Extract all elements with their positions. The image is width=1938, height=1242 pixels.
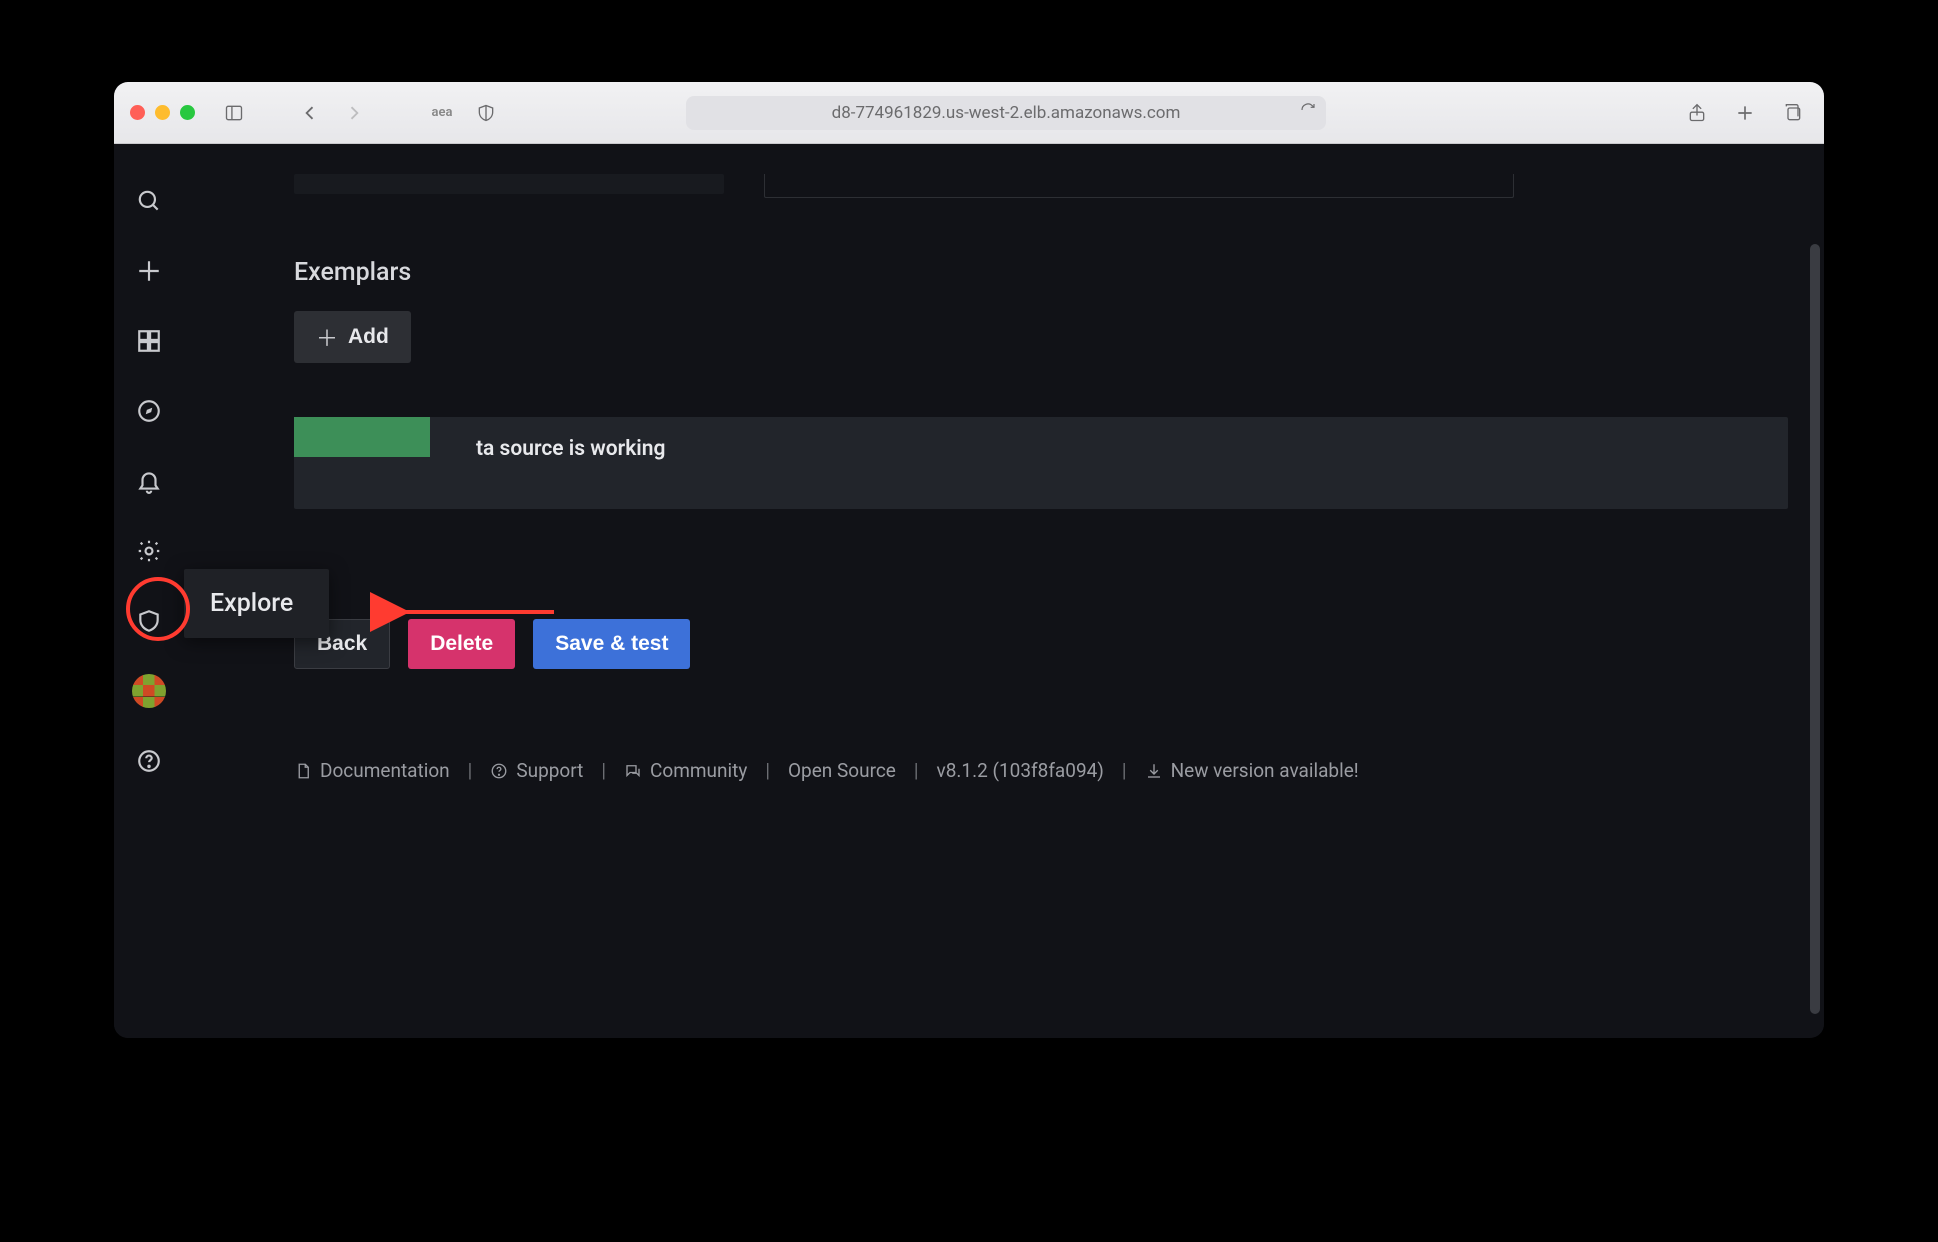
explore-tooltip[interactable]: Explore <box>184 569 329 638</box>
footer-community-link[interactable]: Community <box>624 759 747 782</box>
footer-open-source: Open Source <box>788 759 896 782</box>
create-icon[interactable] <box>132 254 166 288</box>
action-buttons: Back Delete Save & test <box>294 619 1788 669</box>
search-icon[interactable] <box>132 184 166 218</box>
privacy-shield-icon[interactable] <box>471 98 501 128</box>
footer-documentation-link[interactable]: Documentation <box>294 759 450 782</box>
download-icon <box>1145 762 1163 780</box>
document-icon <box>294 762 312 780</box>
close-window-button[interactable] <box>130 105 145 120</box>
app-surface: Explore Exemplars ＋ Add ta source is wor… <box>114 144 1824 1038</box>
footer-new-version-link[interactable]: New version available! <box>1145 759 1359 782</box>
add-exemplar-button[interactable]: ＋ Add <box>294 311 411 363</box>
help-icon[interactable] <box>132 744 166 778</box>
plus-icon: ＋ <box>316 321 338 353</box>
footer-version: v8.1.2 (103f8fa094) <box>937 759 1104 782</box>
configuration-icon[interactable] <box>132 534 166 568</box>
save-test-button[interactable]: Save & test <box>533 619 690 669</box>
user-avatar[interactable] <box>132 674 166 708</box>
truncated-panels <box>294 174 1788 198</box>
chat-icon <box>624 762 642 780</box>
minimize-window-button[interactable] <box>155 105 170 120</box>
status-success-chip <box>294 417 430 457</box>
sidebar <box>114 144 184 1038</box>
scrollbar[interactable] <box>1810 244 1820 1014</box>
maximize-window-button[interactable] <box>180 105 195 120</box>
browser-window: aea d8-774961829.us-west-2.elb.amazonaws… <box>114 82 1824 1038</box>
add-button-label: Add <box>348 325 389 349</box>
reload-icon[interactable] <box>1300 102 1316 123</box>
dashboards-icon[interactable] <box>132 324 166 358</box>
help-circle-icon <box>490 762 508 780</box>
new-tab-icon[interactable] <box>1730 98 1760 128</box>
truncated-panel <box>294 174 724 194</box>
status-banner: ta source is working <box>294 417 1788 509</box>
tabs-overview-icon[interactable] <box>1778 98 1808 128</box>
address-bar[interactable]: d8-774961829.us-west-2.elb.amazonaws.com <box>686 96 1326 130</box>
window-controls <box>130 105 195 120</box>
explore-icon[interactable] <box>132 394 166 428</box>
sidebar-toggle-icon[interactable] <box>219 98 249 128</box>
exemplars-heading: Exemplars <box>294 258 1788 287</box>
status-message: ta source is working <box>476 437 665 461</box>
explore-tooltip-label: Explore <box>210 589 293 618</box>
browser-toolbar: aea d8-774961829.us-west-2.elb.amazonaws… <box>114 82 1824 144</box>
delete-button[interactable]: Delete <box>408 619 515 669</box>
main-content: Exemplars ＋ Add ta source is working Bac… <box>184 144 1824 1038</box>
address-bar-text: d8-774961829.us-west-2.elb.amazonaws.com <box>832 103 1181 123</box>
extension-badge[interactable]: aea <box>427 98 457 128</box>
share-icon[interactable] <box>1682 98 1712 128</box>
truncated-panel <box>764 174 1514 198</box>
alerting-icon[interactable] <box>132 464 166 498</box>
server-admin-icon[interactable] <box>132 604 166 638</box>
forward-nav-icon[interactable] <box>339 98 369 128</box>
footer: Documentation | Support | Community | Op… <box>294 759 1788 782</box>
footer-support-link[interactable]: Support <box>490 759 583 782</box>
back-nav-icon[interactable] <box>295 98 325 128</box>
